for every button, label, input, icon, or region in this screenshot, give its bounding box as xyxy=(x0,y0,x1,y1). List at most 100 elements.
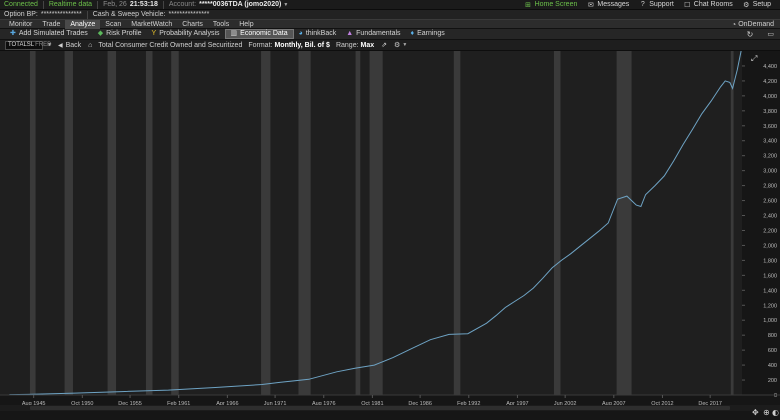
y-tick-label: 4,400 xyxy=(763,64,777,70)
tab-tools[interactable]: Tools xyxy=(208,20,234,29)
option-bp-value: *************** xyxy=(40,11,82,18)
y-tick-label: 2,000 xyxy=(763,243,777,249)
home-screen-button[interactable]: ⊞ Home Screen xyxy=(524,1,578,9)
tab-monitor[interactable]: Monitor xyxy=(4,20,37,29)
y-tick-label: 3,800 xyxy=(763,109,777,115)
recession-band xyxy=(298,51,311,395)
refresh-icon[interactable]: ↻ xyxy=(747,30,754,39)
back-label: Back xyxy=(65,41,82,49)
chevron-down-icon[interactable]: ▼ xyxy=(402,42,407,48)
symbol-value: TOTALSL xyxy=(8,41,35,48)
fundamentals-icon: ▲ xyxy=(346,30,354,37)
subtab-fundamentals[interactable]: ▲ Fundamentals xyxy=(341,29,405,39)
setup-button[interactable]: ⚙ Setup xyxy=(742,1,771,9)
main-nav: Monitor Trade Analyze Scan MarketWatch C… xyxy=(0,19,780,29)
recession-band xyxy=(64,51,73,395)
cash-sweep-value: *************** xyxy=(168,11,210,18)
divider xyxy=(86,10,88,19)
chart-settings-icon[interactable]: ⚙ xyxy=(394,41,400,49)
pan-icon[interactable]: ✥ xyxy=(752,408,759,417)
divider xyxy=(42,0,44,9)
zoom-icon[interactable]: ⊕ xyxy=(763,408,770,417)
format-selector[interactable]: Format: Monthly, Bil. of $ xyxy=(248,42,330,49)
recession-band xyxy=(730,51,734,395)
status-date: Feb, 26 xyxy=(103,1,127,8)
recession-band xyxy=(171,51,179,395)
subtab-probability-analysis[interactable]: Y Probability Analysis xyxy=(147,29,225,39)
home-screen-label: Home Screen xyxy=(534,1,578,8)
home-icon[interactable]: ⌂ xyxy=(88,42,92,49)
y-tick-label: 1,400 xyxy=(763,288,777,294)
series-title: Total Consumer Credit Owned and Securiti… xyxy=(98,41,243,49)
economic-data-chart[interactable]: 0 200 400 600 800 1,000 1,200 1,400 1,600 1,800 2,… xyxy=(0,51,780,420)
tab-scan[interactable]: Scan xyxy=(100,20,126,29)
chat-rooms-button[interactable]: ☐ Chat Rooms xyxy=(683,1,733,9)
support-button[interactable]: ? Support xyxy=(638,1,674,9)
y-tick-label: 1,000 xyxy=(763,318,777,324)
y-tick-label: 400 xyxy=(768,363,777,369)
y-tick-label: 2,600 xyxy=(763,199,777,205)
subtab-risk-profile[interactable]: ◆ Risk Profile xyxy=(93,29,147,39)
chevron-down-icon[interactable]: ▼ xyxy=(47,42,52,48)
recession-band xyxy=(29,51,36,395)
ondemand-button[interactable]: ◔ OnDemand xyxy=(731,20,774,29)
account-bar: Option BP: *************** Cash & Sweep … xyxy=(0,10,780,19)
y-tick-label: 2,400 xyxy=(763,214,777,220)
range-label: Range: xyxy=(335,41,359,49)
tab-charts[interactable]: Charts xyxy=(177,20,208,29)
recession-band xyxy=(261,51,271,395)
y-axis: 0 200 400 600 800 1,000 1,200 1,400 1,600 1,800 2,… xyxy=(742,51,780,399)
tab-marketwatch[interactable]: MarketWatch xyxy=(126,20,177,29)
recession-band xyxy=(616,51,632,395)
messages-button[interactable]: ✉ Messages xyxy=(586,1,629,9)
expand-icon[interactable]: ⤢ xyxy=(750,54,757,63)
y-tick-label: 800 xyxy=(768,333,777,339)
tab-analyze[interactable]: Analyze xyxy=(65,19,101,29)
account-selector[interactable]: *****0036TDA (jomo2020) xyxy=(199,1,281,8)
connection-status: Connected xyxy=(4,1,38,8)
subtab-add-simulated-trades[interactable]: ✚ Add Simulated Trades xyxy=(5,29,93,39)
recession-band xyxy=(107,51,117,395)
tab-help[interactable]: Help xyxy=(234,20,258,29)
gear-icon: ⚙ xyxy=(743,1,750,9)
subtab-thinkback[interactable]: ◕ thinkBack xyxy=(294,29,342,39)
tab-trade[interactable]: Trade xyxy=(37,20,65,29)
zoom-controls[interactable]: ✥ ⊕ ◐ xyxy=(752,408,779,417)
recession-band xyxy=(355,51,361,395)
earnings-icon: ♦ xyxy=(410,30,415,37)
subtab-earnings[interactable]: ♦ Earnings xyxy=(406,29,450,39)
y-tick-label: 2,800 xyxy=(763,184,777,190)
divider xyxy=(97,0,99,9)
recession-band xyxy=(453,51,461,395)
y-tick-label: 200 xyxy=(768,378,777,384)
range-selector[interactable]: Range: Max xyxy=(336,42,374,49)
y-tick-label: 3,200 xyxy=(763,154,777,160)
thinkback-icon: ◕ xyxy=(298,30,303,37)
chevron-down-icon[interactable]: ▼ xyxy=(283,2,288,8)
subtab-economic-data[interactable]: ▥ Economic Data xyxy=(224,29,294,39)
y-tick-label: 600 xyxy=(768,348,777,354)
back-arrow-icon: ◀ xyxy=(57,42,63,49)
option-bp-label: Option BP: xyxy=(4,11,38,18)
format-label: Format: xyxy=(248,41,273,49)
scrollbar[interactable] xyxy=(0,405,780,411)
account-label: Account: xyxy=(168,1,197,8)
envelope-icon: ✉ xyxy=(587,1,594,9)
question-icon: ? xyxy=(640,1,645,8)
y-tick-label: 4,200 xyxy=(763,79,777,85)
subtab-label: Earnings xyxy=(417,30,445,37)
back-button[interactable]: ◀ Back xyxy=(58,42,81,49)
symbol-input[interactable]: TOTALSL FRED xyxy=(5,40,51,50)
cash-sweep-label: Cash & Sweep Vehicle: xyxy=(92,11,166,18)
detach-window-icon[interactable]: ▭ xyxy=(767,30,774,38)
recession-bands xyxy=(0,51,742,395)
zoom-out-icon[interactable]: ◐ xyxy=(772,408,779,417)
messages-label: Messages xyxy=(597,1,630,8)
risk-profile-icon: ◆ xyxy=(97,30,104,37)
data-mode-status: Realtime data xyxy=(48,1,93,8)
subtab-label: Fundamentals xyxy=(356,30,401,37)
scrollbar-thumb[interactable] xyxy=(30,406,730,410)
subtab-label: Add Simulated Trades xyxy=(18,30,88,37)
export-icon[interactable]: ⇗ xyxy=(381,41,387,49)
setup-label: Setup xyxy=(752,1,771,8)
